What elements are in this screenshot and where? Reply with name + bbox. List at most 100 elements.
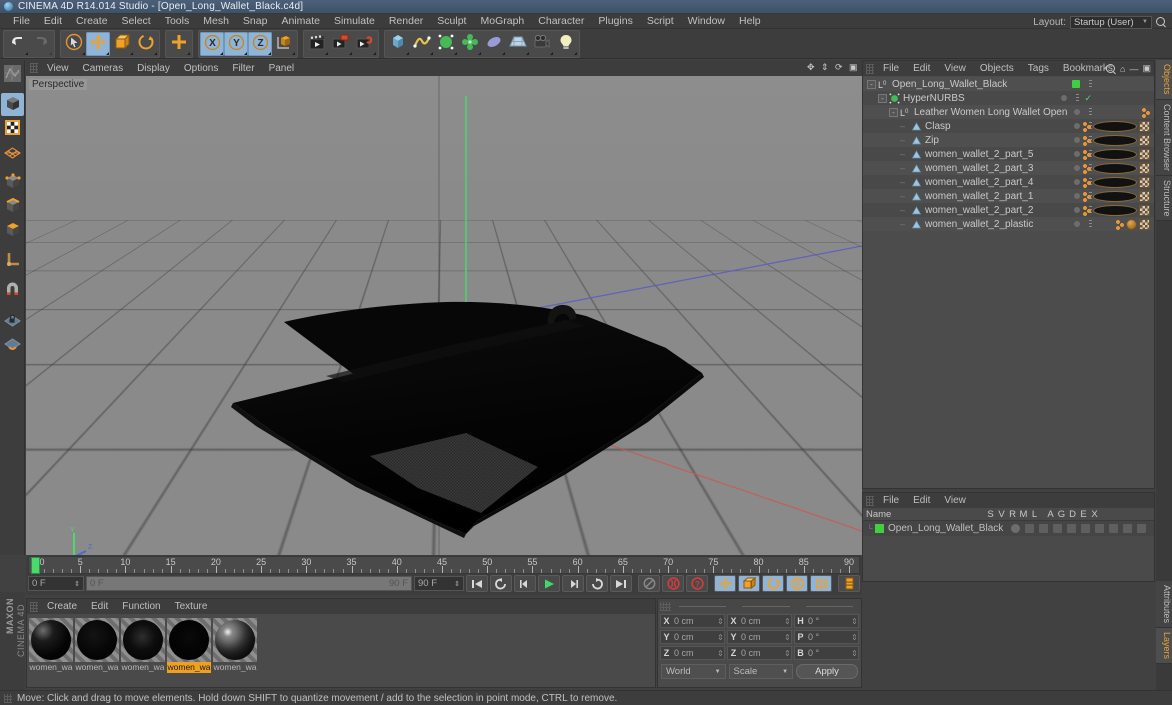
menu-character[interactable]: Character	[531, 14, 591, 29]
coordinate-system-select[interactable]: World ▼	[661, 664, 726, 679]
tag-dots-icon[interactable]	[1082, 204, 1091, 216]
coordinate-size-y-field[interactable]: Y 0 cm ⇕	[727, 630, 792, 644]
record-question-button[interactable]: ?	[686, 575, 708, 592]
lock-x-axis-button[interactable]: X	[200, 31, 224, 56]
object-row[interactable]: – women_wallet_2_part_1	[863, 189, 1154, 203]
rotate-view-icon[interactable]: ⟳	[835, 63, 844, 72]
material-tag[interactable]	[1093, 148, 1137, 160]
material-list[interactable]: women_wa women_wa women_wa women_wa women_wa	[27, 614, 655, 677]
minimize-icon[interactable]: —	[1129, 64, 1138, 74]
lm-menu-file[interactable]: File	[876, 495, 906, 506]
viewport-menu-panel[interactable]: Panel	[262, 63, 302, 74]
go-to-end-button[interactable]	[610, 575, 632, 592]
texture-tag[interactable]	[1139, 148, 1150, 160]
editor-visibility-toggle[interactable]	[1074, 221, 1080, 227]
material-tag-selected[interactable]	[1126, 218, 1137, 230]
layer-rows[interactable]: └ Open_Long_Wallet_Black	[863, 521, 1154, 536]
viewport-menu-cameras[interactable]: Cameras	[76, 63, 131, 74]
object-row[interactable]: - L 0 Open_Long_Wallet_Black	[863, 77, 1154, 91]
tag-dots-icon[interactable]	[1082, 134, 1091, 146]
viewport-menu-filter[interactable]: Filter	[225, 63, 261, 74]
editor-visibility-toggle[interactable]	[1074, 151, 1080, 157]
render-toggle[interactable]	[1039, 524, 1049, 533]
coordinate-position-x-field[interactable]: X 0 cm ⇕	[660, 614, 725, 628]
tab-content-browser[interactable]: Content Browser	[1156, 99, 1172, 176]
object-row[interactable]: – women_wallet_2_plastic	[863, 217, 1154, 231]
render-visibility-toggle[interactable]	[1089, 107, 1092, 117]
coordinate-position-z-field[interactable]: Z 0 cm ⇕	[660, 646, 725, 660]
material-tag[interactable]	[1093, 176, 1137, 188]
step-back-button[interactable]	[514, 575, 536, 592]
coordinate-rotation-b-field[interactable]: B 0 ° ⇕	[794, 646, 859, 660]
material-tag[interactable]	[1093, 120, 1137, 132]
menu-select[interactable]: Select	[115, 14, 158, 29]
texture-tag[interactable]	[1139, 218, 1150, 230]
enable-snap-button[interactable]	[1, 279, 24, 302]
stepper-icon[interactable]: ⇕	[74, 580, 80, 588]
lock-workplane-button[interactable]	[1, 309, 24, 332]
editor-visibility-toggle[interactable]	[1074, 109, 1080, 115]
texture-tag[interactable]	[1139, 134, 1150, 146]
object-row[interactable]: – women_wallet_2_part_3	[863, 161, 1154, 175]
object-tree[interactable]: - L 0 Open_Long_Wallet_Black - HyperNURBS ✓ - L 0…	[863, 76, 1154, 488]
expander-toggle[interactable]: -	[889, 107, 898, 117]
coordinate-rotation-h-field[interactable]: H 0 ° ⇕	[794, 614, 859, 628]
layout-select[interactable]: Startup (User) ▼	[1070, 16, 1152, 29]
move-view-icon[interactable]: ✥	[807, 63, 816, 72]
render-view-button[interactable]	[305, 32, 329, 56]
key-rotation-button[interactable]	[762, 575, 784, 592]
menu-help[interactable]: Help	[732, 14, 768, 29]
add-light-button[interactable]	[554, 32, 578, 56]
tab-structure[interactable]: Structure	[1156, 175, 1172, 222]
viewport-menu-view[interactable]: View	[40, 63, 76, 74]
coordinate-size-z-field[interactable]: Z 0 cm ⇕	[727, 646, 792, 660]
material-item[interactable]: women_wa	[167, 618, 211, 673]
stepper-icon[interactable]: ⇕	[851, 617, 858, 626]
search-icon[interactable]	[1156, 16, 1168, 29]
make-editable-button[interactable]	[1, 63, 24, 86]
viewport-menu-display[interactable]: Display	[130, 63, 177, 74]
end-frame-field[interactable]: 90 F ⇕	[414, 576, 464, 591]
add-deformer-button[interactable]	[482, 32, 506, 56]
expression-toggle[interactable]	[1123, 524, 1133, 533]
add-spline-button[interactable]	[410, 32, 434, 56]
redo-button[interactable]	[29, 32, 53, 56]
scale-tool[interactable]	[110, 32, 134, 56]
key-pla-button[interactable]	[810, 575, 832, 592]
expander-toggle[interactable]: -	[867, 79, 876, 89]
wallet-3d-model[interactable]	[26, 76, 862, 555]
object-row[interactable]: – women_wallet_2_part_2	[863, 203, 1154, 217]
material-preview[interactable]	[213, 618, 257, 662]
solo-toggle[interactable]	[1011, 524, 1021, 533]
tag-dots-icon[interactable]	[1141, 106, 1150, 118]
axis-mode-button[interactable]	[1, 249, 24, 272]
add-array-button[interactable]	[458, 32, 482, 56]
render-visibility-toggle[interactable]	[1089, 79, 1092, 89]
material-item[interactable]: women_wa	[121, 618, 165, 673]
loop-button[interactable]	[586, 575, 608, 592]
deformer-toggle[interactable]	[1109, 524, 1119, 533]
current-frame-field[interactable]: 0 F ⇕	[28, 576, 84, 591]
step-forward-button[interactable]	[562, 575, 584, 592]
autokey-button[interactable]	[638, 575, 660, 592]
add-scene-button[interactable]	[506, 32, 530, 56]
tag-dots-icon[interactable]	[1082, 148, 1091, 160]
object-row[interactable]: – Clasp	[863, 119, 1154, 133]
lock-y-axis-button[interactable]: Y	[224, 31, 248, 56]
tab-layers[interactable]: Layers	[1156, 628, 1172, 665]
menu-window[interactable]: Window	[681, 14, 732, 29]
go-to-start-button[interactable]	[466, 575, 488, 592]
stepper-icon[interactable]: ⇕	[454, 580, 460, 588]
mm-menu-create[interactable]: Create	[40, 601, 84, 612]
om-menu-file[interactable]: File	[876, 63, 906, 74]
editor-visibility-toggle[interactable]	[1061, 95, 1068, 101]
view-toggle[interactable]	[1025, 524, 1035, 533]
expander-toggle[interactable]: -	[878, 93, 887, 103]
undo-button[interactable]	[5, 32, 29, 56]
editor-visibility-toggle[interactable]	[1074, 179, 1080, 185]
render-visibility-toggle[interactable]	[1076, 93, 1080, 103]
key-position-button[interactable]	[714, 575, 736, 592]
tag-dots-icon[interactable]	[1082, 162, 1091, 174]
workplane-mode-button[interactable]	[1, 141, 24, 164]
menu-simulate[interactable]: Simulate	[327, 14, 382, 29]
